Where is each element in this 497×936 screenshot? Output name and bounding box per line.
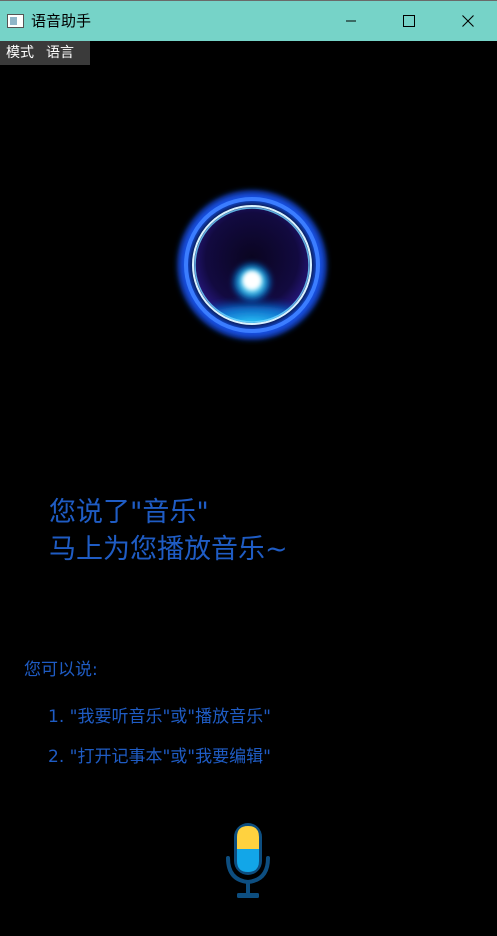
response-message: 您说了"音乐" 马上为您播放音乐~	[49, 494, 288, 568]
maximize-button[interactable]	[380, 1, 438, 41]
minimize-button[interactable]	[322, 1, 380, 41]
menu-language[interactable]: 语言	[40, 41, 80, 65]
menu-mode[interactable]: 模式	[0, 41, 40, 65]
minimize-icon	[346, 20, 356, 22]
response-line-1: 您说了"音乐"	[49, 497, 209, 528]
app-window: 语音助手 模式 语言 您说了"音乐" 马上为您播放音乐~ 您可以说: 1. "我…	[0, 0, 497, 936]
maximize-icon	[403, 15, 415, 27]
close-icon	[462, 15, 474, 27]
window-title: 语音助手	[31, 12, 92, 30]
close-button[interactable]	[439, 1, 497, 41]
microphone-icon[interactable]	[222, 820, 274, 902]
menu-bar: 模式 语言	[0, 41, 90, 65]
app-window-icon	[7, 14, 24, 28]
hint-item: 2. "打开记事本"或"我要编辑"	[48, 747, 271, 767]
hint-title: 您可以说:	[24, 660, 98, 680]
title-bar[interactable]: 语音助手	[0, 0, 497, 41]
hint-item: 1. "我要听音乐"或"播放音乐"	[48, 707, 271, 727]
voice-orb-icon[interactable]	[172, 185, 332, 345]
response-line-2: 马上为您播放音乐~	[49, 534, 288, 565]
